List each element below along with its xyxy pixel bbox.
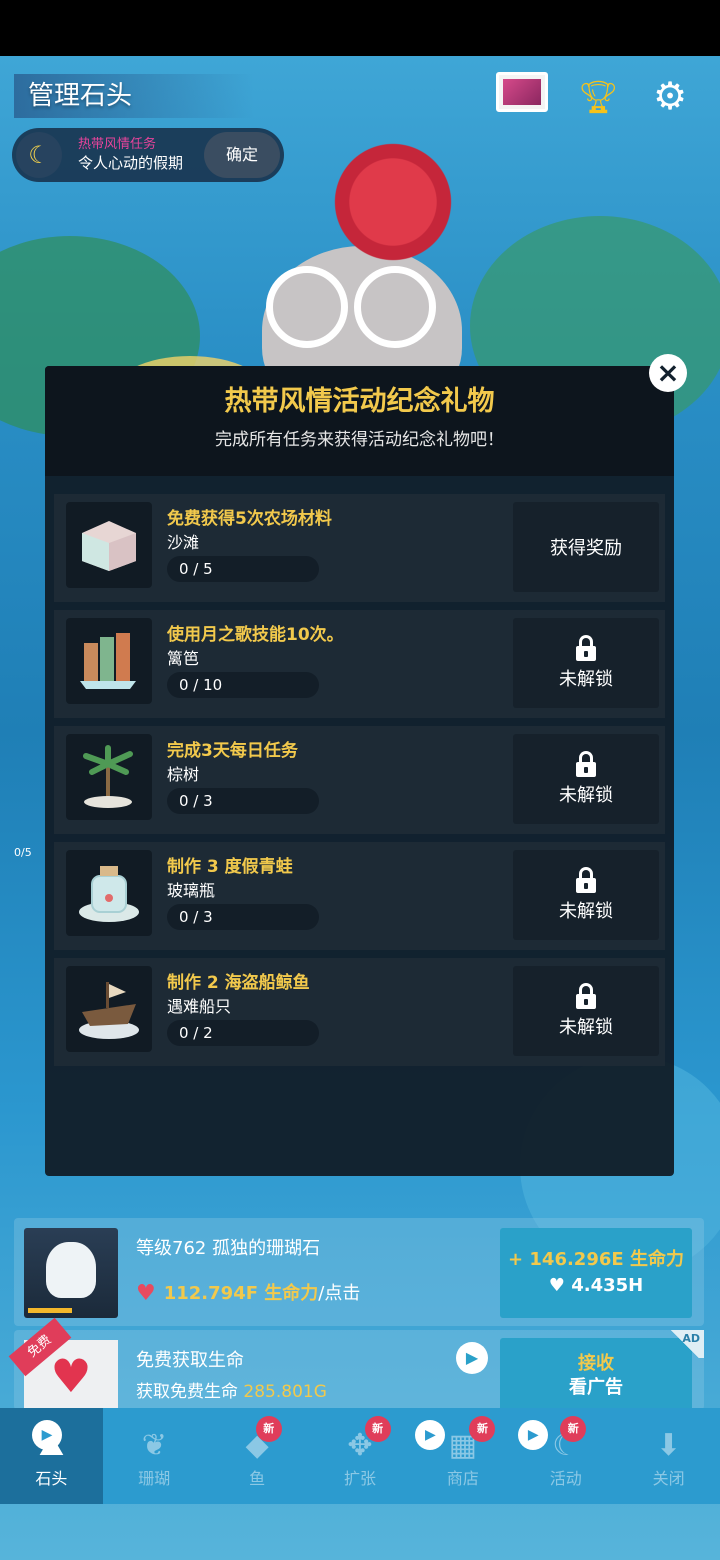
nav-item-shop[interactable]: ▶ 新 ▦ 商店 bbox=[411, 1408, 514, 1504]
task-item: 棕树 bbox=[167, 765, 200, 784]
play-icon[interactable]: ▶ bbox=[456, 1342, 488, 1374]
beach-thumbnail bbox=[66, 502, 152, 588]
lock-icon bbox=[575, 635, 597, 661]
task-name: 使用月之歌技能10次。 bbox=[167, 625, 344, 645]
nav-label: 鱼 bbox=[249, 1469, 266, 1488]
task-progress: 0 / 10 bbox=[167, 672, 319, 698]
task-row: 制作 3 度假青蛙 玻璃瓶 0 / 3 未解锁 bbox=[54, 842, 665, 950]
task-name: 免费获得5次农场材料 bbox=[167, 509, 332, 529]
lock-icon bbox=[575, 751, 597, 777]
trophy-icon[interactable]: 🏆︎ bbox=[578, 76, 619, 118]
tap-value: 112.794F 生命力 bbox=[163, 1283, 319, 1304]
task-progress: 0 / 2 bbox=[167, 1020, 319, 1046]
task-item: 遇难船只 bbox=[167, 997, 232, 1016]
locked-task-button[interactable]: 未解锁 bbox=[513, 850, 659, 940]
heart-tap-icon: ♥ bbox=[136, 1281, 156, 1306]
ad-badge: AD bbox=[666, 1330, 704, 1358]
nav-label: 珊瑚 bbox=[138, 1469, 171, 1488]
lock-icon bbox=[575, 983, 597, 1009]
receive-watch-ad-button[interactable]: 接收 看广告 bbox=[500, 1338, 692, 1414]
task-row: 制作 2 海盗船鲸鱼 遇难船只 0 / 2 未解锁 bbox=[54, 958, 665, 1066]
close-icon[interactable]: × bbox=[649, 354, 687, 392]
modal-header: 热带风情活动纪念礼物 完成所有任务来获得活动纪念礼物吧！ bbox=[45, 366, 674, 476]
stone-avatar[interactable] bbox=[24, 1228, 118, 1318]
nav-label: 商店 bbox=[446, 1469, 479, 1488]
task-row: 完成3天每日任务 棕树 0 / 3 未解锁 bbox=[54, 726, 665, 834]
event-task-pill[interactable]: ☾ 热带风情任务 令人心动的假期 确定 bbox=[12, 128, 284, 182]
locked-label: 未解锁 bbox=[559, 669, 613, 690]
claim-reward-button[interactable]: 获得奖励 bbox=[513, 502, 659, 592]
task-name: 完成3天每日任务 bbox=[167, 741, 298, 761]
nav-label: 关闭 bbox=[652, 1469, 685, 1488]
free-life-desc: 获取免费生命 285.801G bbox=[136, 1380, 327, 1404]
play-icon: ▶ bbox=[32, 1420, 62, 1450]
task-progress: 0 / 5 bbox=[167, 556, 319, 582]
task-name: 制作 3 度假青蛙 bbox=[167, 857, 293, 877]
new-badge: 新 bbox=[469, 1416, 496, 1442]
nav-item-expand[interactable]: 新 ✥ 扩张 bbox=[309, 1408, 412, 1504]
status-bar bbox=[0, 0, 720, 56]
tap-suffix: /点击 bbox=[318, 1283, 361, 1304]
event-subtitle: 令人心动的假期 bbox=[78, 154, 184, 172]
sunglasses-right-lens bbox=[354, 266, 436, 348]
modal-title: 热带风情活动纪念礼物 bbox=[224, 386, 495, 417]
nav-label: 扩张 bbox=[344, 1469, 377, 1488]
stone-name: 等级762 孤独的珊瑚石 bbox=[136, 1238, 321, 1259]
locked-label: 未解锁 bbox=[559, 1017, 613, 1038]
task-progress: 0 / 3 bbox=[167, 788, 319, 814]
coral-icon: ❦ bbox=[141, 1428, 167, 1463]
free-life-desc-prefix: 获取免费生命 bbox=[136, 1382, 244, 1402]
nav-item-fish[interactable]: 新 ◆ 鱼 bbox=[206, 1408, 309, 1504]
lock-icon bbox=[575, 867, 597, 893]
close-down-icon: ⬇ bbox=[656, 1428, 682, 1463]
stone-level-bar bbox=[28, 1308, 72, 1313]
glass-bottle-thumbnail bbox=[66, 850, 152, 936]
hibiscus-flower bbox=[318, 142, 468, 262]
page-title: 管理石头 bbox=[14, 74, 254, 118]
free-life-value: 285.801G bbox=[243, 1382, 327, 1402]
new-badge: 新 bbox=[364, 1416, 391, 1442]
watch-ad-label: 看广告 bbox=[569, 1377, 623, 1398]
gear-icon[interactable]: ⚙ bbox=[648, 74, 692, 118]
free-life-title: 免费获取生命 bbox=[136, 1350, 244, 1371]
banana-icon: ☾ bbox=[16, 132, 62, 178]
nav-item-stone[interactable]: ▶ ⛰ 石头 bbox=[0, 1408, 103, 1504]
confirm-button[interactable]: 确定 bbox=[204, 132, 280, 178]
locked-label: 未解锁 bbox=[559, 901, 613, 922]
fence-thumbnail bbox=[66, 618, 152, 704]
upgrade-stone-button[interactable]: + 146.296E 生命力 ♥ 4.435H bbox=[500, 1228, 692, 1318]
locked-task-button[interactable]: 未解锁 bbox=[513, 966, 659, 1056]
task-item: 篱笆 bbox=[167, 649, 200, 668]
task-progress: 0 / 3 bbox=[167, 904, 319, 930]
task-name: 制作 2 海盗船鲸鱼 bbox=[167, 973, 310, 993]
receive-label: 接收 bbox=[578, 1353, 614, 1374]
event-reward-modal: 热带风情活动纪念礼物 完成所有任务来获得活动纪念礼物吧！ × 免费获得5次农场材… bbox=[45, 354, 687, 1176]
shipwreck-thumbnail bbox=[66, 966, 152, 1052]
side-counter: 0/5 bbox=[14, 846, 32, 859]
task-item: 玻璃瓶 bbox=[167, 881, 216, 900]
photo-album-icon[interactable] bbox=[496, 72, 548, 112]
upgrade-gain: + 146.296E 生命力 bbox=[508, 1249, 684, 1270]
modal-subtitle: 完成所有任务来获得活动纪念礼物吧！ bbox=[215, 430, 504, 450]
locked-task-button[interactable]: 未解锁 bbox=[513, 618, 659, 708]
palm-tree-thumbnail bbox=[66, 734, 152, 820]
task-row: 免费获得5次农场材料 沙滩 0 / 5 获得奖励 bbox=[54, 494, 665, 602]
upgrade-cost: ♥ 4.435H bbox=[548, 1275, 644, 1296]
nav-item-close[interactable]: ⬇ 关闭 bbox=[617, 1408, 720, 1504]
event-name: 热带风情任务 bbox=[78, 137, 157, 152]
claim-reward-label: 获得奖励 bbox=[550, 538, 622, 559]
nav-label: 石头 bbox=[35, 1469, 68, 1488]
nav-label: 活动 bbox=[549, 1469, 582, 1488]
sunglasses-left-lens bbox=[266, 266, 348, 348]
locked-task-button[interactable]: 未解锁 bbox=[513, 734, 659, 824]
bottom-nav: ▶ ⛰ 石头 ❦ 珊瑚 新 ◆ 鱼 新 ✥ 扩张 ▶ 新 ▦ 商店 ▶ 新 ☾ … bbox=[0, 1408, 720, 1504]
tap-value-row: ♥ 112.794F 生命力 /点击 bbox=[136, 1280, 360, 1308]
task-item: 沙滩 bbox=[167, 533, 200, 552]
locked-label: 未解锁 bbox=[559, 785, 613, 806]
task-row: 使用月之歌技能10次。 篱笆 0 / 10 未解锁 bbox=[54, 610, 665, 718]
nav-item-event[interactable]: ▶ 新 ☾ 活动 bbox=[514, 1408, 617, 1504]
nav-item-coral[interactable]: ❦ 珊瑚 bbox=[103, 1408, 206, 1504]
new-badge: 新 bbox=[255, 1416, 282, 1442]
